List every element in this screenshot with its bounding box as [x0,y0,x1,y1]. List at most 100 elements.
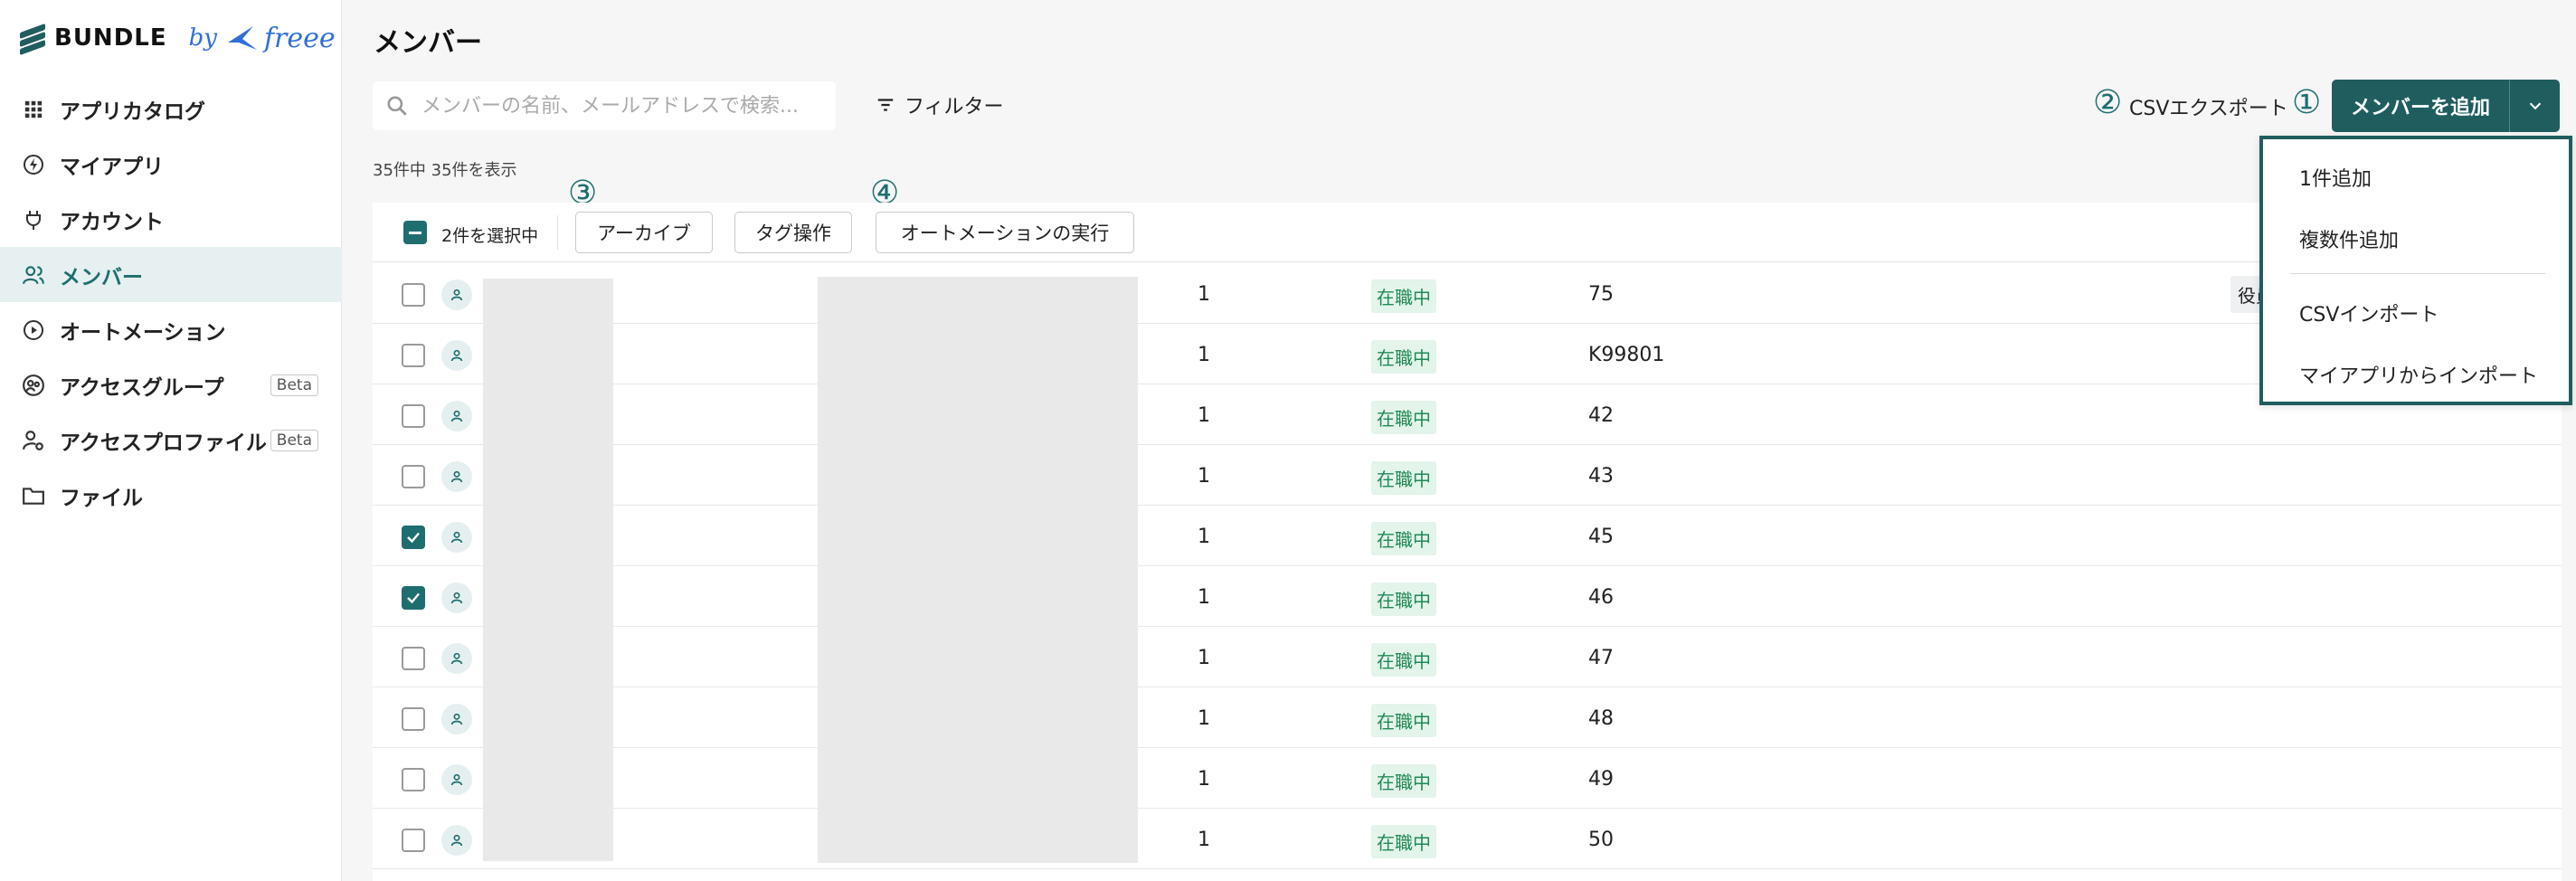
row-checkbox[interactable] [402,344,425,367]
row-checkbox[interactable] [402,404,425,428]
menu-item-csv-import[interactable]: CSVインポート [2263,286,2569,340]
status-badge: 在職中 [1371,401,1436,434]
page-title: メンバー [374,27,482,59]
user-icon [450,470,463,483]
row-number-cell: 1 [1198,465,1210,488]
status-badge: 在職中 [1371,583,1436,616]
beta-badge: Beta [270,430,318,451]
user-icon [450,652,463,665]
row-number-cell: 1 [1198,586,1210,609]
archive-button[interactable]: アーカイブ [575,212,713,253]
sidebar-nav: アプリカタログ マイアプリ アカウント メンバー オートメーション アクセスグル… [0,81,342,523]
status-badge: 在職中 [1371,340,1436,374]
filter-label: フィルター [904,96,1004,118]
status-badge: 在職中 [1371,279,1436,313]
employee-id-cell: 45 [1588,526,1614,548]
chevron-down-icon [2529,102,2541,110]
status-badge: 在職中 [1371,522,1436,555]
row-number-cell: 1 [1198,647,1210,669]
add-member-button[interactable]: メンバーを追加 [2332,80,2560,132]
sidebar-item-files[interactable]: ファイル [0,468,342,523]
filter-button[interactable]: フィルター [876,90,1004,119]
avatar [441,704,472,734]
user-icon [450,289,463,301]
menu-item-add-one[interactable]: 1件追加 [2263,150,2569,204]
user-icon [450,531,463,544]
row-number-cell: 1 [1198,283,1210,306]
sidebar-item-access-profiles[interactable]: アクセスプロファイル Beta [0,412,342,468]
table-row[interactable]: 1 在職中 46 [373,566,2562,627]
table-row[interactable]: 1 在職中 47 [373,627,2562,687]
row-checkbox[interactable] [402,647,425,670]
search-box[interactable] [373,81,836,130]
bundle-logo-icon [20,23,45,56]
sidebar-item-access-groups[interactable]: アクセスグループ Beta [0,357,342,412]
row-checkbox[interactable] [402,283,425,307]
folder-icon [22,484,45,507]
user-gear-icon [22,429,45,452]
row-checkbox[interactable] [402,768,425,791]
row-checkbox[interactable] [402,829,425,852]
table-row[interactable]: 1 在職中 43 [373,445,2562,506]
sidebar-item-label: アクセスプロファイル [60,431,267,455]
table-row[interactable]: 1 在職中 75 役員 [373,263,2562,324]
table-row[interactable]: 1 在職中 K99801 [373,324,2562,384]
divider [557,215,558,250]
add-member-menu: 1件追加 複数件追加 CSVインポート マイアプリからインポート [2259,136,2572,405]
add-member-dropdown-toggle[interactable] [2509,80,2560,132]
csv-export-button[interactable]: CSVエクスポート [2129,92,2288,121]
row-checkbox[interactable] [402,526,425,549]
sidebar-item-label: マイアプリ [60,155,164,179]
table-row[interactable]: 1 在職中 50 [373,809,2562,869]
beta-badge: Beta [270,374,318,396]
row-checkbox[interactable] [402,465,425,488]
add-member-label[interactable]: メンバーを追加 [2332,91,2509,120]
sidebar-item-automation[interactable]: オートメーション [0,302,342,357]
annotation-2: ② [2093,84,2123,121]
select-all-checkbox[interactable] [403,221,427,244]
avatar [441,401,472,431]
result-count: 35件中 35件を表示 [373,161,517,180]
sidebar: BUNDLE by freee アプリカタログ マイアプリ アカウント メンバー… [0,0,342,881]
table-row[interactable]: 1 在職中 45 [373,506,2562,566]
table-row[interactable]: 1 在職中 42 [373,384,2562,445]
tag-operation-button[interactable]: タグ操作 [734,212,852,253]
status-badge: 在職中 [1371,825,1436,858]
selected-count: 2件を選択中 [441,226,539,246]
group-icon [22,374,45,397]
brand-name: BUNDLE [54,24,167,52]
sidebar-item-my-apps[interactable]: マイアプリ [0,137,342,192]
avatar [441,522,472,553]
brand-by: by [188,24,217,52]
sidebar-item-app-catalog[interactable]: アプリカタログ [0,81,342,137]
employee-id-cell: 48 [1588,707,1614,730]
avatar [441,643,472,674]
employee-id-cell: 49 [1588,768,1614,791]
user-icon [450,773,463,786]
employee-id-cell: 46 [1588,586,1614,609]
check-icon [407,532,420,544]
avatar [441,764,472,795]
sidebar-item-label: アクセスグループ [60,375,224,400]
grid-icon [22,98,45,121]
status-badge: 在職中 [1371,461,1436,495]
run-automation-button[interactable]: オートメーションの実行 [876,212,1134,253]
annotation-1: ① [2292,84,2322,121]
sidebar-item-members[interactable]: メンバー [0,247,342,302]
row-checkbox[interactable] [402,586,425,610]
sidebar-item-accounts[interactable]: アカウント [0,192,342,247]
employee-id-cell: 50 [1588,829,1614,851]
logo[interactable]: BUNDLE by freee [20,16,336,60]
menu-item-add-multiple[interactable]: 複数件追加 [2263,212,2569,266]
row-number-cell: 1 [1198,404,1210,427]
employee-id-cell: 42 [1588,404,1614,427]
table-row[interactable]: 1 在職中 49 [373,748,2562,809]
row-checkbox[interactable] [402,707,425,731]
user-icon [450,410,463,422]
table-row[interactable]: 1 在職中 48 [373,687,2562,748]
employee-id-cell: 47 [1588,647,1614,669]
check-icon [407,592,420,604]
status-badge: 在職中 [1371,764,1436,798]
search-input[interactable] [421,94,819,118]
menu-item-import-from-my-apps[interactable]: マイアプリからインポート [2263,347,2569,402]
